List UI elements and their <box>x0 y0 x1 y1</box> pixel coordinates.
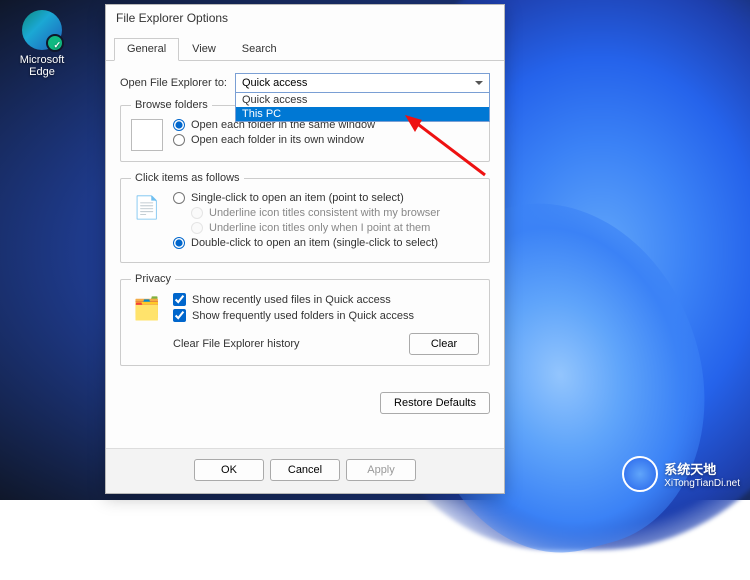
dialog-title: File Explorer Options <box>106 5 504 35</box>
ok-button[interactable]: OK <box>194 459 264 481</box>
apply-button[interactable]: Apply <box>346 459 416 481</box>
checkbox-input[interactable] <box>173 309 186 322</box>
radio-input[interactable] <box>173 134 185 146</box>
checkbox-recent-files[interactable]: Show recently used files in Quick access <box>173 293 479 306</box>
dropdown-option-quick-access[interactable]: Quick access <box>236 93 489 107</box>
watermark-text: 系统天地 <box>664 459 740 478</box>
privacy-icon: 🗂️ <box>131 293 163 325</box>
dropdown-button[interactable]: Quick access <box>235 73 490 93</box>
clear-history-label: Clear File Explorer history <box>173 338 300 350</box>
watermark-url: XiTongTianDi.net <box>664 478 740 489</box>
icon-label: Microsoft <box>12 54 72 66</box>
open-explorer-dropdown[interactable]: Quick access Quick access This PC <box>235 73 490 93</box>
group-legend: Browse folders <box>131 99 212 111</box>
privacy-group: Privacy 🗂️ Show recently used files in Q… <box>120 273 490 366</box>
radio-input <box>191 222 203 234</box>
click-items-group: Click items as follows 📄 Single-click to… <box>120 172 490 263</box>
desktop-shortcut-edge[interactable]: Microsoft Edge <box>12 10 72 78</box>
file-explorer-options-dialog: File Explorer Options General View Searc… <box>105 4 505 494</box>
folder-icon <box>131 119 163 151</box>
icon-label: Edge <box>12 66 72 78</box>
tab-view[interactable]: View <box>179 38 229 61</box>
tab-search[interactable]: Search <box>229 38 290 61</box>
group-legend: Click items as follows <box>131 172 244 184</box>
tab-general[interactable]: General <box>114 38 179 61</box>
cancel-button[interactable]: Cancel <box>270 459 340 481</box>
radio-own-window[interactable]: Open each folder in its own window <box>173 134 479 146</box>
dropdown-option-this-pc[interactable]: This PC <box>236 107 489 121</box>
radio-double-click[interactable]: Double-click to open an item (single-cli… <box>173 237 479 249</box>
desktop-wallpaper: Microsoft Edge File Explorer Options Gen… <box>0 0 750 500</box>
restore-defaults-button[interactable]: Restore Defaults <box>380 392 490 414</box>
checkbox-frequent-folders[interactable]: Show frequently used folders in Quick ac… <box>173 309 479 322</box>
tab-strip: General View Search <box>106 37 504 61</box>
watermark: 系统天地 XiTongTianDi.net <box>622 456 740 492</box>
tab-content-general: Open File Explorer to: Quick access Quic… <box>106 61 504 388</box>
radio-input <box>191 207 203 219</box>
radio-input[interactable] <box>173 119 185 131</box>
group-legend: Privacy <box>131 273 175 285</box>
open-explorer-label: Open File Explorer to: <box>120 77 227 89</box>
cursor-icon: 📄 <box>131 192 163 224</box>
checkbox-input[interactable] <box>173 293 186 306</box>
radio-underline-browser: Underline icon titles consistent with my… <box>191 207 479 219</box>
dialog-buttons: OK Cancel Apply <box>106 448 504 493</box>
radio-single-click[interactable]: Single-click to open an item (point to s… <box>173 192 479 204</box>
edge-icon <box>22 10 62 50</box>
watermark-badge-icon <box>622 456 658 492</box>
radio-input[interactable] <box>173 237 185 249</box>
clear-button[interactable]: Clear <box>409 333 479 355</box>
radio-input[interactable] <box>173 192 185 204</box>
dropdown-list: Quick access This PC <box>235 92 490 122</box>
radio-underline-point: Underline icon titles only when I point … <box>191 222 479 234</box>
